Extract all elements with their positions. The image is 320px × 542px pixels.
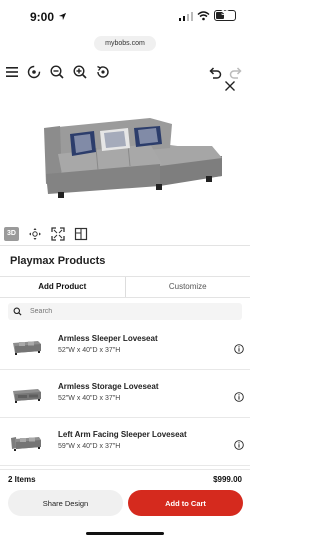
search-box (8, 303, 242, 320)
fullscreen-icon[interactable] (51, 227, 65, 241)
status-bar: 9:00 38 (0, 0, 250, 34)
home-indicator[interactable] (86, 532, 164, 535)
product-dimensions: 52"W x 40"D x 37"H (58, 347, 121, 354)
undo-icon[interactable] (207, 64, 223, 80)
info-icon[interactable] (234, 344, 244, 354)
info-icon[interactable] (234, 440, 244, 450)
product-thumbnail (13, 341, 41, 355)
cart-summary: 2 Items $999.00 (0, 469, 250, 487)
search-icon (13, 307, 22, 316)
battery-icon: 38 (214, 10, 236, 21)
product-item[interactable]: Left Arm Facing Sleeper Loveseat 59"W x … (0, 418, 250, 466)
signal-icon (179, 11, 193, 21)
url-bar[interactable]: mybobs.com (94, 36, 156, 51)
product-name: Left Arm Facing Sleeper Loveseat (58, 430, 187, 439)
view-tools: 3D (4, 226, 88, 242)
redo-icon[interactable] (228, 64, 244, 80)
status-time: 9:00 (30, 10, 55, 24)
panel-tabs: Add Product Customize (0, 276, 250, 298)
status-indicators: 38 (179, 10, 236, 21)
search-input[interactable] (30, 303, 230, 320)
location-arrow-icon (58, 12, 67, 21)
wifi-icon (197, 10, 210, 20)
close-icon[interactable] (224, 80, 236, 92)
item-count: 2 Items (8, 475, 36, 484)
info-icon[interactable] (234, 392, 244, 402)
move-icon[interactable] (28, 227, 42, 241)
tab-customize[interactable]: Customize (126, 277, 251, 297)
battery-level: 38 (221, 10, 229, 17)
share-design-button[interactable]: Share Design (8, 490, 123, 516)
floorplan-icon[interactable] (74, 227, 88, 241)
divider (0, 245, 250, 246)
view-3d-button[interactable]: 3D (4, 227, 19, 241)
reset-view-icon[interactable] (95, 64, 111, 80)
product-dimensions: 59"W x 40"D x 37"H (58, 443, 121, 450)
product-item[interactable]: Armless Storage Loveseat 52"W x 40"D x 3… (0, 370, 250, 418)
product-dimensions: 52"W x 40"D x 37"H (58, 395, 121, 402)
viewer-toolbar (0, 60, 250, 86)
product-thumbnail (11, 437, 41, 451)
product-list: Armless Sleeper Loveseat 52"W x 40"D x 3… (0, 322, 250, 466)
rotate-view-icon[interactable] (26, 64, 42, 80)
add-to-cart-button[interactable]: Add to Cart (128, 490, 243, 516)
product-thumbnail (13, 389, 41, 403)
product-item[interactable]: Armless Sleeper Loveseat 52"W x 40"D x 3… (0, 322, 250, 370)
total-price: $999.00 (213, 475, 242, 484)
tab-add-product[interactable]: Add Product (0, 277, 126, 297)
action-bar: Share Design Add to Cart (0, 488, 250, 518)
product-name: Armless Sleeper Loveseat (58, 334, 158, 343)
zoom-out-icon[interactable] (49, 64, 65, 80)
panel-title: Playmax Products (10, 255, 106, 267)
zoom-in-icon[interactable] (72, 64, 88, 80)
sofa-3d-render[interactable] (0, 98, 250, 216)
product-name: Armless Storage Loveseat (58, 382, 159, 391)
menu-icon[interactable] (4, 64, 20, 80)
